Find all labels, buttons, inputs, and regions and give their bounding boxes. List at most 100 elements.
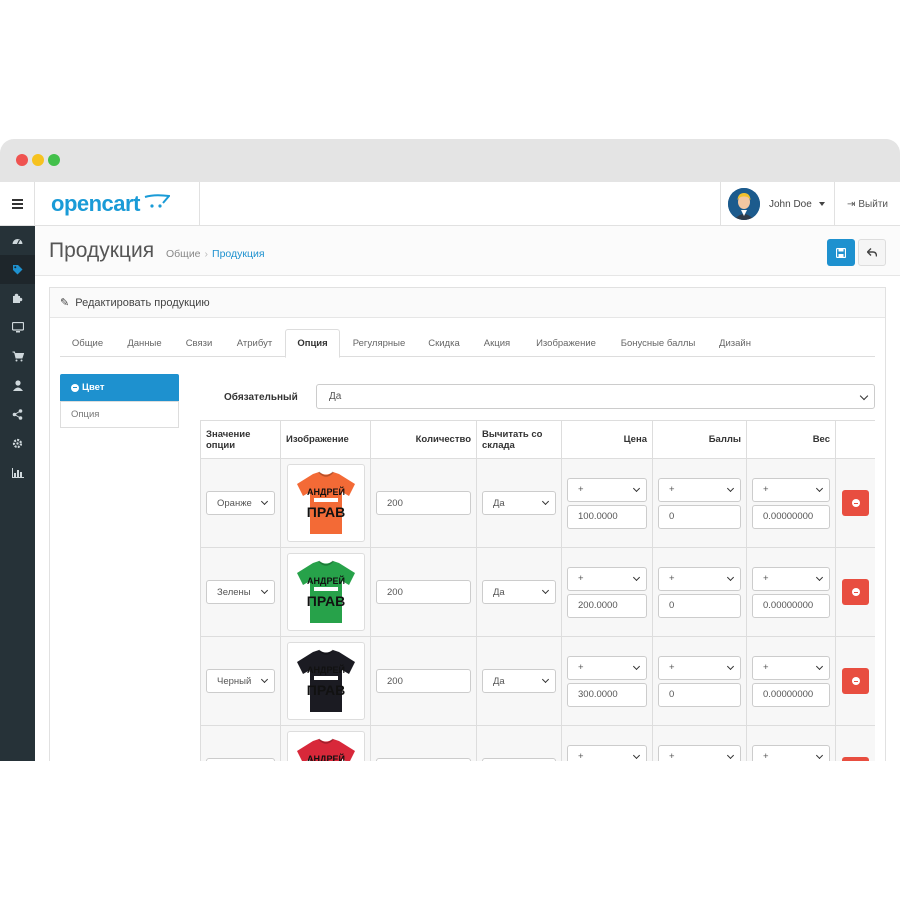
price-prefix: + xyxy=(578,751,584,761)
remove-row-button[interactable] xyxy=(842,579,869,605)
product-image-thumb[interactable]: АНДРЕЙ ПРАВ xyxy=(286,642,365,720)
page-header: Продукция Общие › Продукция xyxy=(35,226,900,276)
cell-subtract: Да xyxy=(476,458,562,548)
tab-image[interactable]: Изображение xyxy=(524,329,608,357)
price-input[interactable]: 100.0000 xyxy=(567,504,647,529)
quantity-input[interactable]: 200 xyxy=(376,491,471,515)
product-image-thumb[interactable]: АНДРЕЙ ПРАВ xyxy=(286,464,365,542)
weight-prefix-select[interactable]: + xyxy=(752,477,830,502)
minus-circle-icon[interactable] xyxy=(71,383,79,392)
chevron-down-icon xyxy=(632,751,641,759)
shirt-text-top: АНДРЕЙ xyxy=(307,664,345,675)
option-value-select[interactable]: Черный xyxy=(206,669,275,693)
product-image-thumb[interactable]: АНДРЕЙ xyxy=(286,731,365,761)
price-prefix-select[interactable]: + xyxy=(567,566,647,591)
quantity-input[interactable]: 200 xyxy=(376,669,471,693)
tab-data[interactable]: Данные xyxy=(117,329,172,357)
tab-option[interactable]: Опция xyxy=(285,329,340,358)
table-row: Оранже АНДРЕЙ ПРАВ 200 Да + 100.0000 + 0… xyxy=(200,458,875,548)
cell-actions xyxy=(835,547,875,637)
weight-prefix-select[interactable]: + xyxy=(752,566,830,591)
required-select[interactable]: Да xyxy=(316,384,875,409)
price-prefix-select[interactable]: + xyxy=(567,655,647,680)
option-item-color[interactable]: Цвет xyxy=(60,374,179,401)
subtract-select[interactable]: Да xyxy=(482,669,556,693)
points-input[interactable]: 0 xyxy=(658,682,741,707)
option-value-select[interactable]: Оранже xyxy=(206,491,275,515)
cell-weight: + 0.00000000 xyxy=(746,547,836,637)
quantity-input[interactable]: 200 xyxy=(376,580,471,604)
chevron-down-icon xyxy=(726,573,735,581)
share-icon[interactable] xyxy=(0,400,35,429)
chart-icon[interactable] xyxy=(0,458,35,487)
subtract-select[interactable] xyxy=(482,758,556,761)
option-value-select[interactable]: Зелены xyxy=(206,580,275,604)
weight-input[interactable]: 0.00000000 xyxy=(752,593,830,618)
user-icon[interactable] xyxy=(0,371,35,400)
weight-input[interactable]: 0.00000000 xyxy=(752,682,830,707)
save-button[interactable] xyxy=(827,239,855,266)
user-name: John Doe xyxy=(769,198,812,210)
subtract-select[interactable]: Да xyxy=(482,580,556,604)
remove-row-button[interactable] xyxy=(842,668,869,694)
points-input[interactable]: 0 xyxy=(658,504,741,529)
points-prefix-select[interactable]: + xyxy=(658,655,741,680)
option-value-select[interactable] xyxy=(206,758,275,761)
price-value: 200.0000 xyxy=(578,600,618,611)
product-image-thumb[interactable]: АНДРЕЙ ПРАВ xyxy=(286,553,365,631)
breadcrumb-home[interactable]: Общие xyxy=(166,248,201,260)
tab-general[interactable]: Общие xyxy=(60,329,115,357)
chevron-down-icon xyxy=(541,675,550,684)
logo-text: opencart xyxy=(51,191,140,216)
logout-button[interactable]: ⇥ Выйти xyxy=(834,182,900,226)
window-maximize-dot[interactable] xyxy=(48,154,60,166)
tab-recurring[interactable]: Регулярные xyxy=(342,329,416,357)
price-prefix-select[interactable]: + xyxy=(567,744,647,761)
weight-prefix-select[interactable]: + xyxy=(752,655,830,680)
cart-icon[interactable] xyxy=(0,342,35,371)
tab-attribute[interactable]: Атрибут xyxy=(226,329,283,357)
required-value: Да xyxy=(329,391,342,402)
menu-toggle-icon[interactable] xyxy=(0,182,35,226)
gear-icon[interactable] xyxy=(0,429,35,458)
window-close-dot[interactable] xyxy=(16,154,28,166)
desktop-icon[interactable] xyxy=(0,313,35,342)
chevron-down-icon xyxy=(632,484,641,492)
remove-row-button[interactable] xyxy=(842,490,869,516)
weight-prefix: + xyxy=(763,751,769,761)
subtract-select[interactable]: Да xyxy=(482,491,556,515)
points-prefix-select[interactable]: + xyxy=(658,477,741,502)
tab-design[interactable]: Дизайн xyxy=(708,329,762,357)
window-minimize-dot[interactable] xyxy=(32,154,44,166)
cell-subtract xyxy=(476,725,562,761)
price-value: 300.0000 xyxy=(578,689,618,700)
quantity-input[interactable] xyxy=(376,758,471,761)
remove-row-button[interactable] xyxy=(842,757,869,761)
tab-special[interactable]: Акция xyxy=(472,329,522,357)
tab-discount[interactable]: Скидка xyxy=(418,329,470,357)
tag-icon[interactable] xyxy=(0,255,35,284)
tab-links[interactable]: Связи xyxy=(174,329,224,357)
breadcrumb-products[interactable]: Продукция xyxy=(212,248,265,260)
minus-circle-icon xyxy=(851,677,860,685)
price-prefix-select[interactable]: + xyxy=(567,477,647,502)
opencart-logo[interactable]: opencart xyxy=(35,182,200,226)
chevron-down-icon xyxy=(260,586,269,595)
chevron-down-icon xyxy=(260,497,269,506)
weight-prefix: + xyxy=(763,573,769,584)
tab-reward-points[interactable]: Бонусные баллы xyxy=(610,329,706,357)
chevron-down-icon xyxy=(726,662,735,670)
weight-input[interactable]: 0.00000000 xyxy=(752,504,830,529)
option-item-add[interactable]: Опция xyxy=(60,401,179,428)
points-input[interactable]: 0 xyxy=(658,593,741,618)
points-prefix-select[interactable]: + xyxy=(658,744,741,761)
puzzle-icon[interactable] xyxy=(0,284,35,313)
price-input[interactable]: 300.0000 xyxy=(567,682,647,707)
back-button[interactable] xyxy=(858,239,886,266)
user-menu[interactable]: John Doe xyxy=(720,182,834,226)
points-prefix-select[interactable]: + xyxy=(658,566,741,591)
weight-prefix-select[interactable]: + xyxy=(752,744,830,761)
price-input[interactable]: 200.0000 xyxy=(567,593,647,618)
col-header-image: Изображение xyxy=(280,420,371,459)
dashboard-icon[interactable] xyxy=(0,226,35,255)
